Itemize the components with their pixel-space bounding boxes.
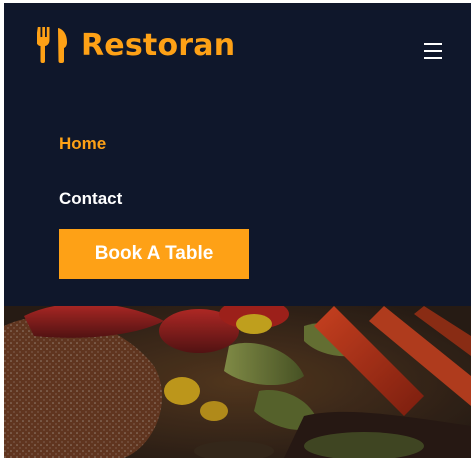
hamburger-menu-icon bbox=[424, 50, 442, 52]
food-hero-image bbox=[4, 306, 471, 458]
nav-link-home[interactable]: Home bbox=[59, 134, 106, 154]
hero-image bbox=[4, 306, 471, 458]
hamburger-menu-icon bbox=[424, 43, 442, 45]
brand-logo-link[interactable]: Restoran bbox=[37, 25, 235, 65]
nav-link-contact[interactable]: Contact bbox=[59, 189, 122, 209]
page: Restoran Home Contact Book A Table bbox=[4, 3, 471, 458]
book-a-table-button[interactable]: Book A Table bbox=[59, 229, 249, 279]
hamburger-menu-icon bbox=[424, 57, 442, 59]
navbar: Restoran Home Contact Book A Table bbox=[4, 3, 471, 306]
brand-name: Restoran bbox=[81, 27, 236, 63]
menu-toggle-button[interactable] bbox=[416, 37, 450, 65]
utensils-icon bbox=[37, 27, 67, 63]
